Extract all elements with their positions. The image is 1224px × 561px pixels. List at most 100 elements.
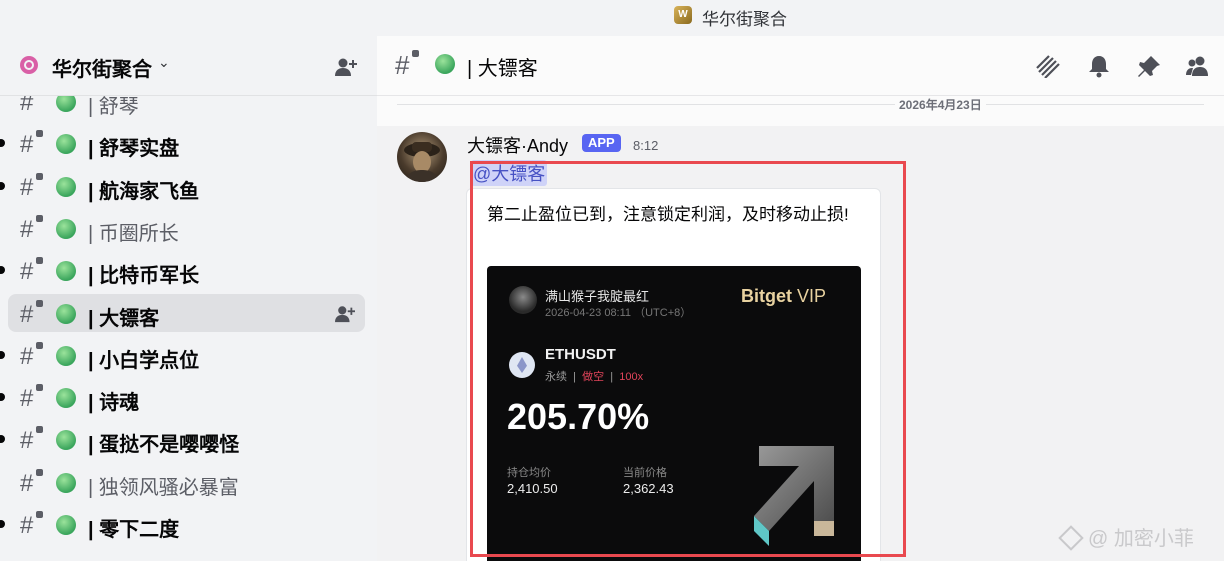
avatar[interactable]: [397, 132, 447, 182]
bitget-vip: VIP: [797, 286, 827, 306]
channel-header: # | 大镖客: [377, 36, 1224, 96]
sidebar-channel[interactable]: # | 大镖客: [8, 293, 365, 332]
leverage: 100x: [619, 371, 644, 383]
channel-name: | 独领风骚必暴富: [88, 476, 239, 499]
unread-indicator: [0, 520, 5, 528]
online-dot-icon: [56, 176, 76, 197]
online-dot-icon: [56, 388, 76, 409]
online-dot-icon: [56, 515, 76, 535]
channel-lock-icon: [36, 299, 43, 307]
bitget-logo: Bitget VIP: [741, 286, 826, 307]
online-dot-icon: [56, 430, 76, 451]
sidebar-channel[interactable]: # | 航海家飞鱼: [0, 167, 365, 205]
channel-name: | 零下二度: [88, 519, 180, 541]
channel-lock-icon: [36, 214, 43, 222]
role-mention[interactable]: @大镖客: [471, 160, 548, 186]
channel-lock-icon: [36, 130, 43, 138]
channel-name: | 航海家飞鱼: [88, 180, 200, 203]
meta-separator: |: [573, 371, 576, 383]
card-username: 满山猴子我腚最红: [545, 289, 650, 304]
trading-pair: ETHUSDT: [545, 346, 616, 363]
channel-name: | 大镖客: [88, 307, 160, 330]
channel-lock-icon: [412, 50, 419, 57]
unread-indicator: [0, 435, 5, 444]
sidebar-channel[interactable]: # | 币圈所长: [8, 209, 365, 247]
sidebar-channel[interactable]: # | 零下二度: [0, 505, 365, 543]
message-author[interactable]: 大镖客·Andy: [467, 132, 568, 158]
position-direction: 做空: [582, 371, 605, 383]
watermark-text: @ 加密小菲: [1088, 528, 1194, 550]
chevron-down-icon: ⌄: [158, 54, 170, 70]
bitget-brand: Bitget: [741, 286, 792, 306]
server-header[interactable]: 华尔街聚合 ⌄: [0, 36, 377, 96]
unread-indicator: [0, 266, 5, 275]
contract-meta: 永续 | 做空 | 100x: [545, 368, 643, 384]
current-price-label: 当前价格: [623, 467, 667, 479]
sidebar-channel[interactable]: # | 诗魂: [0, 378, 365, 416]
channel-hash-icon: #: [20, 131, 34, 159]
channel-hash-icon: #: [20, 300, 34, 328]
channel-hash-icon: #: [20, 215, 34, 243]
server-gear-icon: [20, 56, 38, 74]
channel-hash-icon: #: [20, 385, 34, 413]
channel-lock-icon: [36, 511, 43, 518]
chat-area: # | 大镖客 2026年4月23日 大镖客·Andy APP 8:12 @大镖…: [377, 36, 1224, 561]
online-dot-icon: [435, 54, 455, 74]
message-timestamp: 8:12: [633, 138, 659, 153]
sidebar-channel[interactable]: # | 独领风骚必暴富: [8, 463, 365, 501]
sidebar-channel[interactable]: # | 小白学点位: [0, 336, 365, 374]
card-user-avatar: [509, 286, 537, 314]
date-divider-line: [397, 104, 1204, 105]
channel-lock-icon: [36, 257, 43, 265]
entry-price-label: 持仓均价: [507, 467, 551, 479]
watermark: @ 加密小菲: [1058, 522, 1194, 551]
channel-lock-icon: [36, 341, 43, 349]
channel-lock-icon: [36, 426, 43, 434]
contract-type: 永续: [545, 371, 567, 383]
bell-icon[interactable]: [1086, 54, 1112, 78]
unread-indicator: [0, 393, 5, 402]
online-dot-icon: [56, 472, 76, 493]
channel-hash-icon: #: [20, 469, 34, 497]
channel-hash-icon: #: [20, 427, 34, 455]
online-dot-icon: [56, 134, 76, 155]
unread-indicator: [0, 181, 5, 190]
card-datetime: 2026-04-23 08:11 （UTC+8）: [545, 307, 692, 319]
pin-icon[interactable]: [1136, 54, 1162, 78]
trade-card-image[interactable]: 满山猴子我腚最红 2026-04-23 08:11 （UTC+8） Bitget…: [487, 266, 861, 561]
channel-hash-icon: #: [20, 258, 34, 286]
invite-member-icon[interactable]: [334, 304, 356, 324]
channel-hash-icon: #: [20, 173, 34, 201]
avatar-image: [404, 142, 440, 182]
date-divider: 2026年4月23日: [895, 96, 986, 113]
window-titlebar: W 华尔街聚合: [0, 0, 1224, 36]
channel-lock-icon: [36, 468, 43, 476]
invite-member-icon[interactable]: [334, 56, 358, 78]
window-title: 华尔街聚合: [702, 10, 787, 29]
channel-name: | 舒琴实盘: [88, 138, 180, 161]
channel-hash-icon: #: [20, 512, 34, 539]
channel-hash-icon: #: [20, 342, 34, 370]
current-price: 2,362.43: [623, 481, 674, 496]
meta-separator: |: [610, 371, 614, 383]
embed-text: 第二止盈位已到，注意锁定利润，及时移动止损!: [487, 205, 849, 224]
online-dot-icon: [56, 218, 76, 239]
channel-hash-icon: #: [395, 50, 410, 80]
channel-name: | 小白学点位: [88, 349, 200, 372]
unread-indicator: [0, 350, 5, 359]
up-arrow-icon: [754, 446, 834, 546]
sidebar-channel[interactable]: # | 蛋挞不是嘤嘤怪: [0, 420, 365, 458]
channel-sidebar: 华尔街聚合 ⌄ # | 舒琴 # | 舒琴实盘 # | 航海家飞鱼 # | 币圈所长 # | 比特…: [0, 36, 377, 561]
pnl-percent: 205.70%: [507, 396, 650, 437]
member-list-icon[interactable]: [1185, 54, 1211, 78]
watermark-logo-icon: [1058, 525, 1084, 551]
server-name: 华尔街聚合: [52, 59, 152, 81]
channel-lock-icon: [36, 172, 43, 180]
channel-title: | 大镖客: [467, 58, 538, 80]
channel-name: | 蛋挞不是嘤嘤怪: [88, 434, 240, 457]
app-logo-icon: W: [674, 6, 692, 24]
channel-name: | 币圈所长: [88, 222, 179, 245]
sidebar-channel[interactable]: # | 比特币军长: [0, 251, 365, 289]
sidebar-channel[interactable]: # | 舒琴实盘: [0, 124, 365, 162]
threads-icon[interactable]: [1035, 54, 1061, 78]
